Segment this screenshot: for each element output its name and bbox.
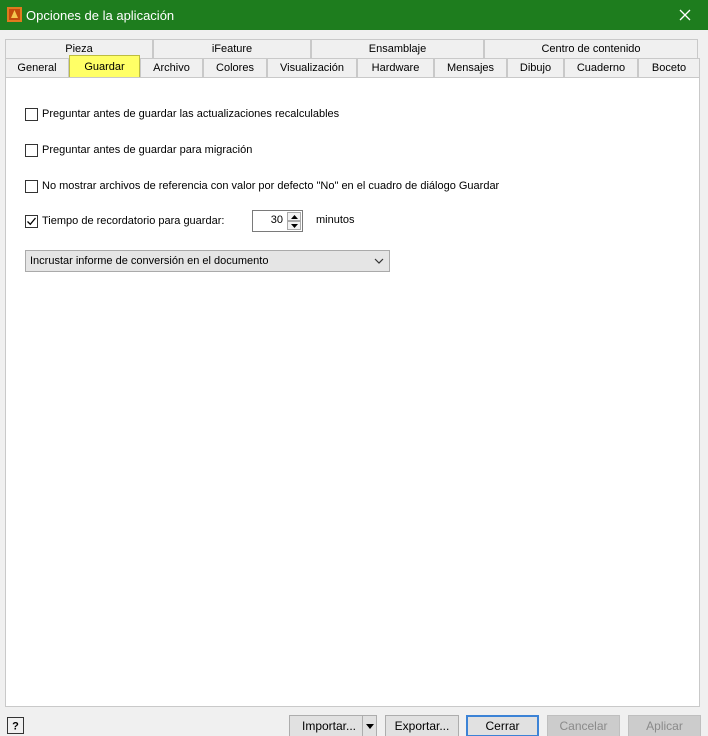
option-label: Preguntar antes de guardar las actualiza… (42, 108, 340, 120)
option-ask-save-recalculable: Preguntar antes de guardar las actualiza… (25, 106, 339, 122)
apply-button[interactable]: Aplicar (628, 715, 701, 736)
checkbox-ask-save-recalculable[interactable] (25, 107, 38, 121)
cancel-button[interactable]: Cancelar (547, 715, 620, 736)
tab-guardar[interactable]: Guardar (69, 55, 140, 77)
dropdown-selected-value: Incrustar informe de conversión en el do… (30, 255, 269, 267)
tab-general[interactable]: General (5, 58, 69, 78)
import-dropdown-arrow[interactable] (362, 716, 376, 736)
window-title: Opciones de la aplicación (26, 8, 175, 23)
tab-visualizacion[interactable]: Visualización (267, 58, 357, 78)
tab-row-bottom: General Guardar Archivo Colores Visualiz… (5, 55, 700, 78)
tab-ifeature[interactable]: iFeature (153, 39, 311, 59)
spin-down-button[interactable] (287, 221, 301, 230)
svg-text:?: ? (12, 721, 19, 732)
option-hide-reference-files: No mostrar archivos de referencia con va… (25, 178, 499, 194)
arrow-up-icon (290, 214, 298, 219)
reminder-minutes-stepper[interactable]: 30 (252, 210, 303, 232)
caret-down-icon (365, 723, 374, 729)
tab-cuaderno[interactable]: Cuaderno (564, 58, 638, 78)
tab-mensajes[interactable]: Mensajes (434, 58, 507, 78)
arrow-down-icon (290, 223, 298, 228)
tab-ensamblaje[interactable]: Ensamblaje (311, 39, 484, 59)
tab-centro-de-contenido[interactable]: Centro de contenido (484, 39, 698, 59)
reminder-minutes-value[interactable]: 30 (257, 214, 283, 226)
option-label: Tiempo de recordatorio para guardar: (42, 215, 225, 227)
close-window-button[interactable] (662, 0, 708, 30)
guardar-panel: Preguntar antes de guardar las actualiza… (5, 77, 700, 707)
option-save-reminder: Tiempo de recordatorio para guardar: (25, 213, 224, 229)
title-bar: Opciones de la aplicación (0, 0, 708, 30)
option-label: Preguntar antes de guardar para migració… (42, 144, 253, 156)
tab-colores[interactable]: Colores (203, 58, 267, 78)
spin-up-button[interactable] (287, 212, 301, 221)
chevron-down-icon (374, 258, 384, 264)
help-icon: ? (12, 721, 19, 732)
close-icon (679, 9, 691, 21)
export-button[interactable]: Exportar... (385, 715, 459, 736)
tab-hardware[interactable]: Hardware (357, 58, 434, 78)
checkbox-save-reminder[interactable] (25, 214, 38, 228)
close-button[interactable]: Cerrar (466, 715, 539, 736)
checkmark-icon (27, 217, 37, 225)
conversion-report-select[interactable]: Incrustar informe de conversión en el do… (25, 250, 390, 272)
checkbox-ask-save-migration[interactable] (25, 143, 38, 157)
tab-dibujo[interactable]: Dibujo (507, 58, 564, 78)
checkbox-hide-reference-files[interactable] (25, 179, 38, 193)
tab-archivo[interactable]: Archivo (140, 58, 203, 78)
option-label: No mostrar archivos de referencia con va… (42, 180, 500, 192)
import-button-label: Importar... (302, 719, 357, 733)
option-ask-save-migration: Preguntar antes de guardar para migració… (25, 142, 252, 158)
import-button[interactable]: Importar... (289, 715, 377, 736)
app-icon (7, 7, 22, 22)
help-button[interactable]: ? (7, 717, 24, 734)
tab-boceto[interactable]: Boceto (638, 58, 700, 78)
minutes-label: minutos (316, 214, 355, 226)
